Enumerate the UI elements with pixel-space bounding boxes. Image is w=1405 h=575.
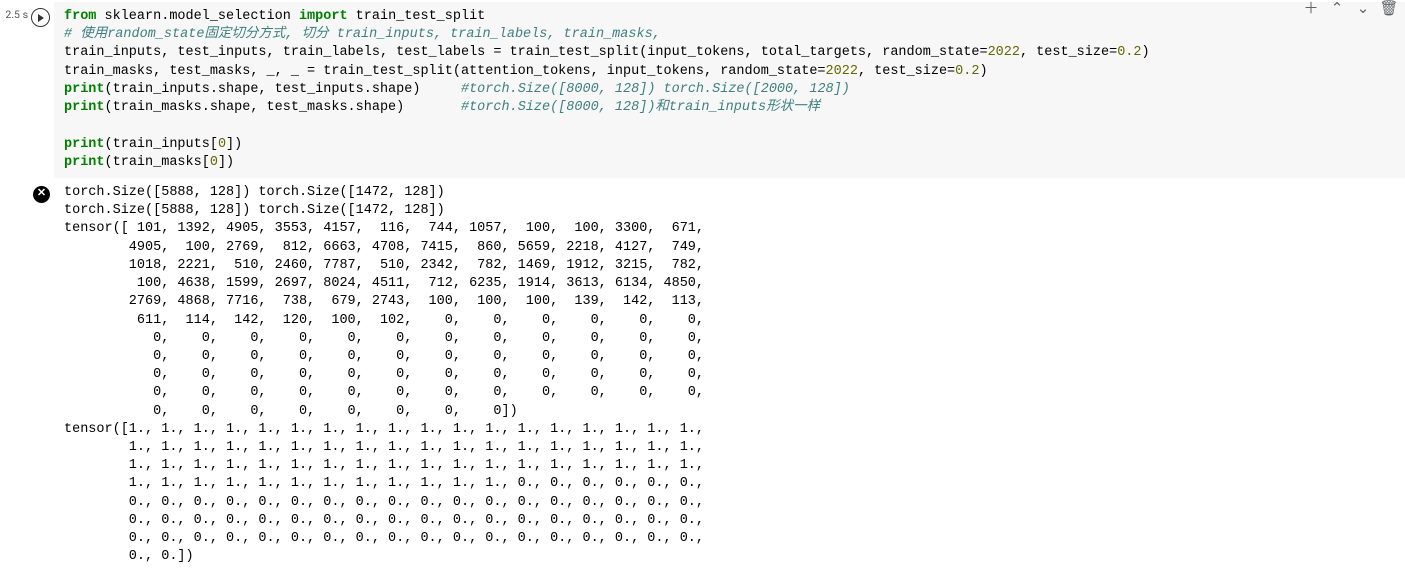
add-icon[interactable]: ＋ xyxy=(1301,0,1321,20)
move-up-icon[interactable]: ⌃ xyxy=(1327,0,1347,20)
code-text: sklearn.model_selection xyxy=(96,9,299,24)
builtin-print: print xyxy=(64,82,105,97)
run-button[interactable] xyxy=(31,8,50,27)
delete-icon[interactable]: 🗑 xyxy=(1379,0,1399,20)
code-text: train_inputs, test_inputs, train_labels,… xyxy=(64,45,988,60)
code-text: , test_size= xyxy=(858,64,955,79)
move-down-icon[interactable]: ⌄ xyxy=(1353,0,1373,20)
code-text: train_masks, test_masks, _, _ = train_te… xyxy=(64,64,826,79)
code-number: 0 xyxy=(210,155,218,170)
code-number: 0.2 xyxy=(955,64,979,79)
code-comment: # 使用random_state固定切分方式, 切分 train_inputs,… xyxy=(64,27,661,42)
code-number: 2022 xyxy=(826,64,858,79)
code-comment: #torch.Size([8000, 128])和train_inputs形状一… xyxy=(461,100,820,115)
code-text: (train_masks.shape, test_masks.shape) xyxy=(105,100,461,115)
keyword-import: import xyxy=(299,9,348,24)
code-number: 0 xyxy=(218,137,226,152)
code-text: train_test_split xyxy=(348,9,486,24)
execution-time: 2.5 s xyxy=(5,8,28,21)
code-text: (train_inputs.shape, test_inputs.shape) xyxy=(105,82,461,97)
code-text: ) xyxy=(1142,45,1150,60)
code-number: 0.2 xyxy=(1117,45,1141,60)
code-number: 2022 xyxy=(988,45,1020,60)
keyword-from: from xyxy=(64,9,96,24)
code-text: (train_masks[ xyxy=(105,155,210,170)
code-cell: 2.5 s from sklearn.model_selection impor… xyxy=(0,2,1405,178)
builtin-print: print xyxy=(64,100,105,115)
code-text: (train_inputs[ xyxy=(105,137,218,152)
code-comment: #torch.Size([8000, 128]) torch.Size([200… xyxy=(461,82,850,97)
code-text: , test_size= xyxy=(1020,45,1117,60)
output-cell: ✕ torch.Size([5888, 128]) torch.Size([14… xyxy=(0,178,1405,573)
output-gutter: ✕ xyxy=(0,178,54,203)
error-icon[interactable]: ✕ xyxy=(33,186,50,203)
code-editor[interactable]: from sklearn.model_selection import trai… xyxy=(54,2,1405,178)
play-icon xyxy=(38,14,44,22)
code-text: ) xyxy=(979,64,987,79)
builtin-print: print xyxy=(64,155,105,170)
cell-gutter: 2.5 s xyxy=(0,2,54,27)
code-text: ]) xyxy=(226,137,242,152)
cell-toolbar: ＋ ⌃ ⌄ 🗑 xyxy=(1301,0,1399,20)
cell-output: torch.Size([5888, 128]) torch.Size([1472… xyxy=(54,178,1405,573)
builtin-print: print xyxy=(64,137,105,152)
code-text: ]) xyxy=(218,155,234,170)
